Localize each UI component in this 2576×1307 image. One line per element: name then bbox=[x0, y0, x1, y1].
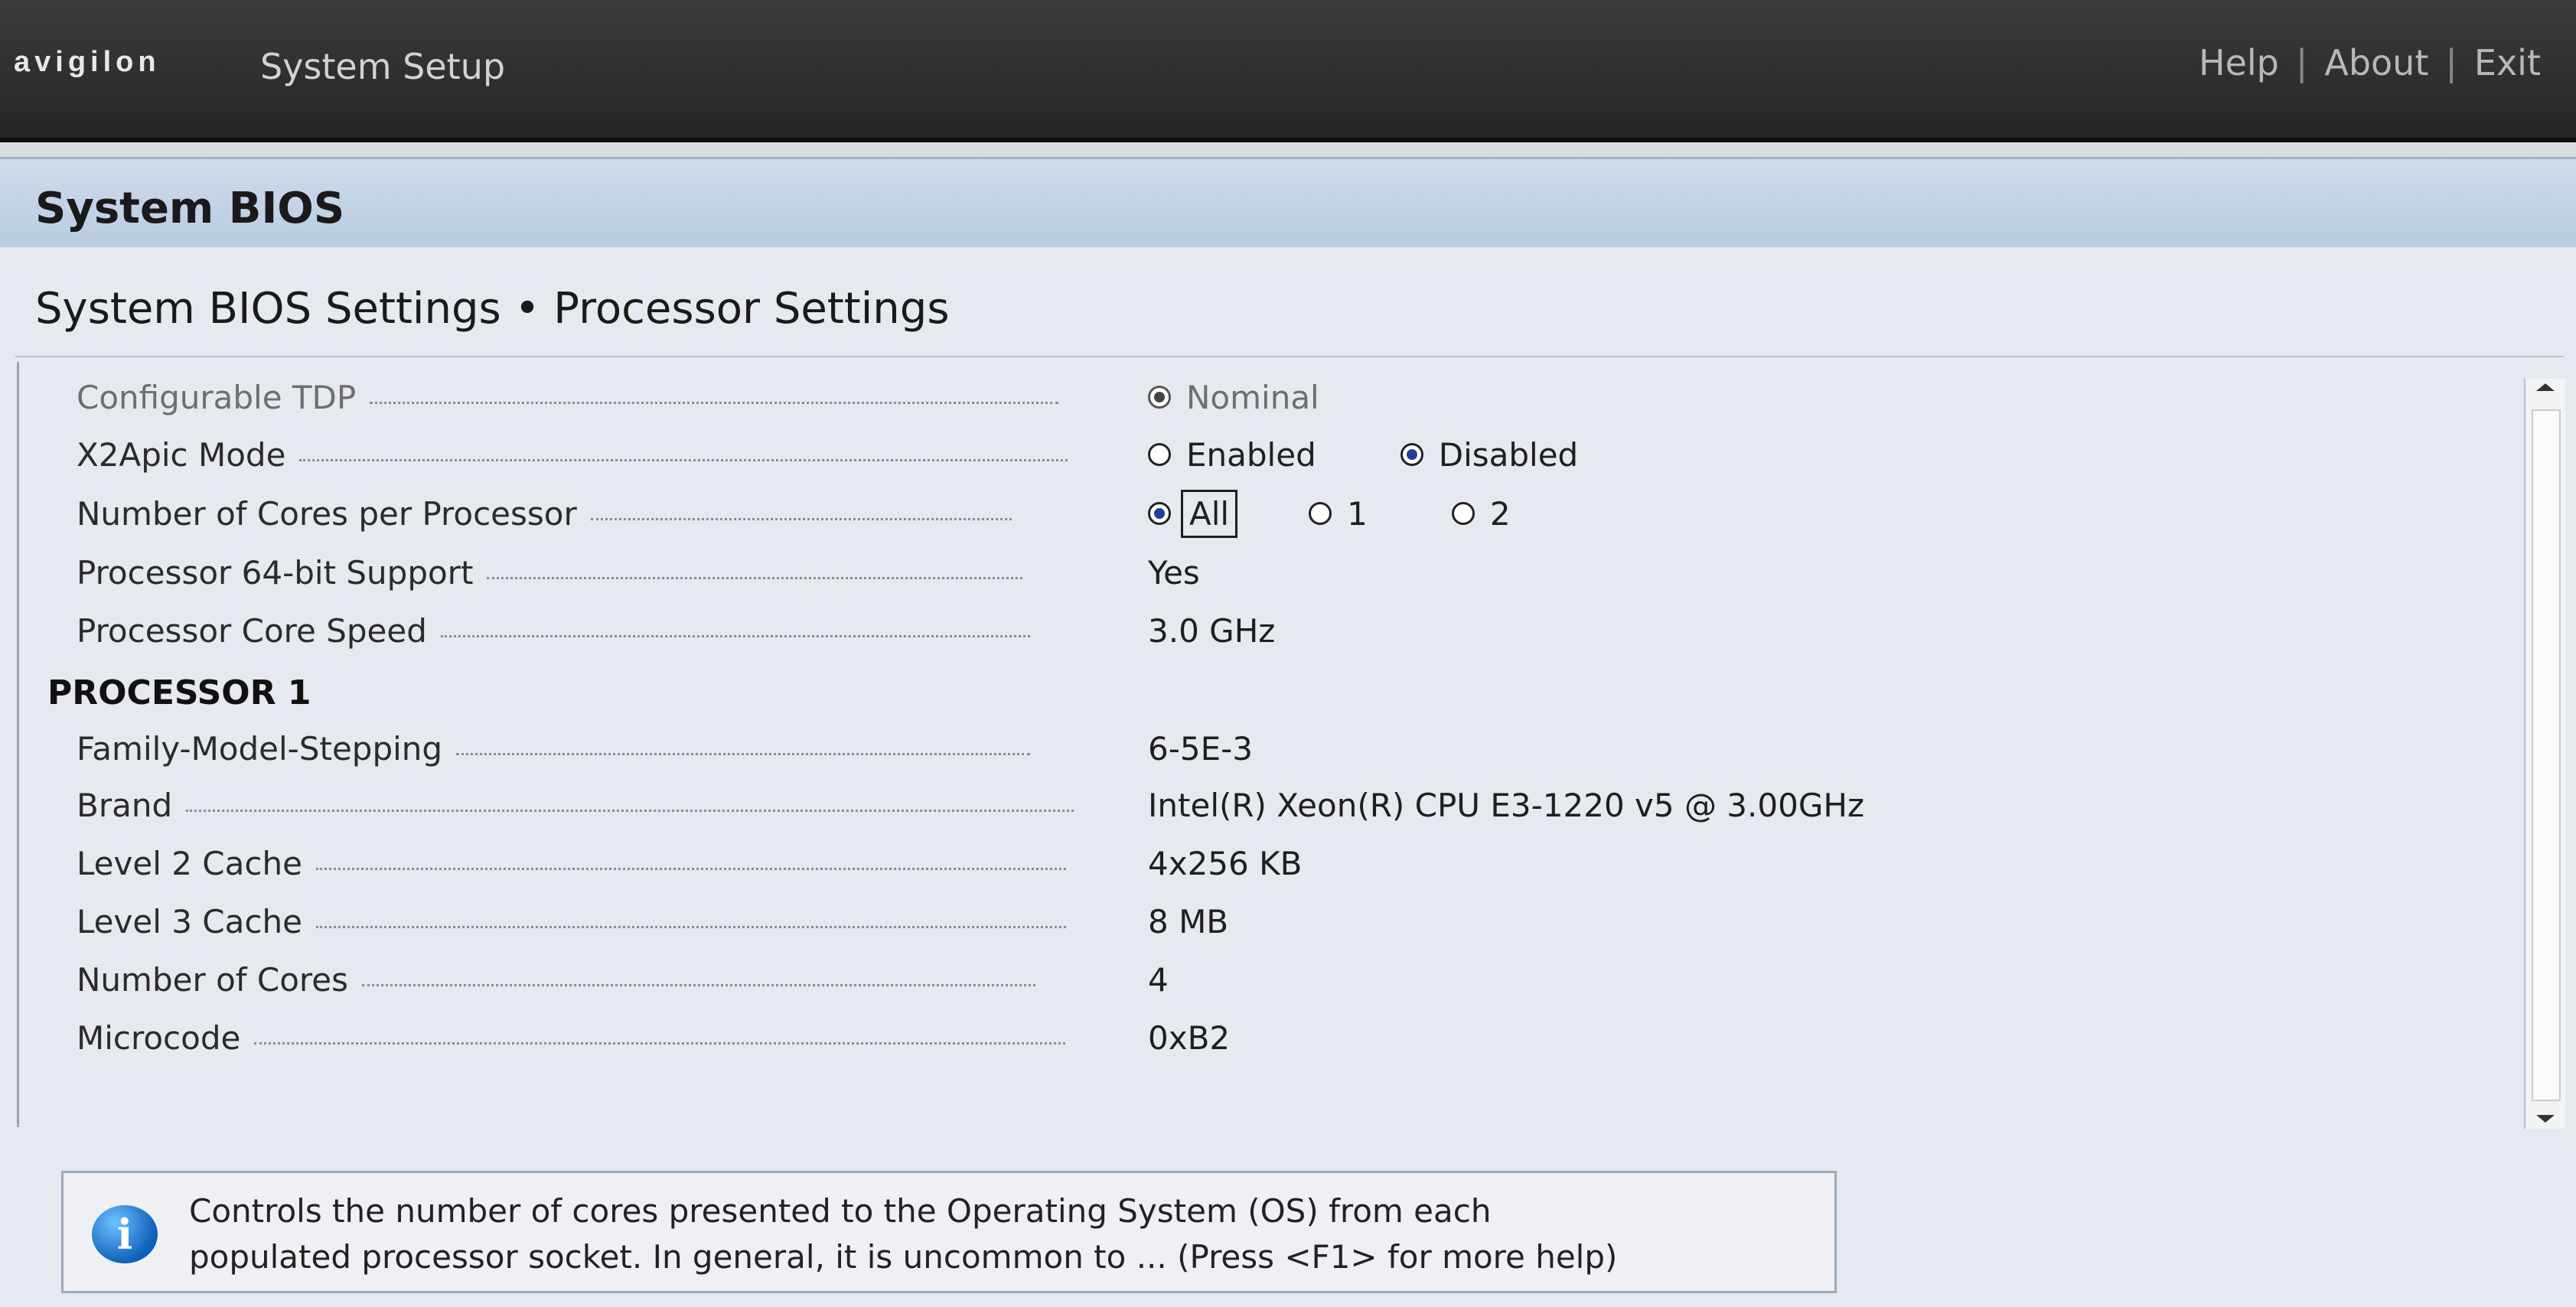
radio-disabled[interactable]: Disabled bbox=[1400, 436, 1578, 474]
radio-selected-icon bbox=[1148, 502, 1171, 525]
dotted-leader bbox=[456, 752, 1031, 755]
radio-unselected-icon bbox=[1148, 443, 1171, 466]
info-value: 4 bbox=[1148, 960, 1169, 999]
help-link[interactable]: Help bbox=[2199, 42, 2279, 83]
help-box: i Controls the number of cores presented… bbox=[61, 1171, 1837, 1293]
radio-all[interactable]: All bbox=[1148, 489, 1238, 538]
dotted-leader bbox=[186, 809, 1074, 812]
setting-label: Processor 64-bit Support bbox=[77, 553, 474, 592]
info-label: Number of Cores bbox=[77, 960, 348, 999]
dotted-leader bbox=[440, 634, 1030, 637]
dotted-leader bbox=[254, 1041, 1066, 1045]
setting-label: Number of Cores per Processor bbox=[77, 494, 577, 533]
title-divider bbox=[15, 356, 2564, 357]
info-value: 6-5E-3 bbox=[1148, 729, 1254, 768]
scrollbar-thumb[interactable] bbox=[2532, 409, 2561, 1101]
help-text-line: Controls the number of cores presented t… bbox=[189, 1192, 1492, 1230]
setting-row-core-speed: Processor Core Speed 3.0 GHz bbox=[77, 603, 2525, 658]
help-text: Controls the number of cores presented t… bbox=[189, 1188, 1811, 1280]
scroll-down-arrow-icon[interactable] bbox=[2536, 1115, 2555, 1123]
dotted-leader bbox=[487, 576, 1023, 579]
dotted-leader bbox=[370, 401, 1059, 404]
exit-link[interactable]: Exit bbox=[2474, 42, 2541, 83]
info-row-number-of-cores: Number of Cores 4 bbox=[77, 952, 2525, 1007]
setting-label: Processor Core Speed bbox=[77, 611, 427, 650]
top-bar: avigilon System Setup Help | About | Exi… bbox=[0, 0, 2576, 142]
dotted-leader bbox=[315, 925, 1066, 928]
info-value: 0xB2 bbox=[1148, 1019, 1231, 1057]
setting-row-cores-per-processor: Number of Cores per Processor All 1 2 bbox=[77, 486, 2525, 541]
info-label: Brand bbox=[77, 786, 173, 824]
radio-unselected-icon bbox=[1309, 502, 1332, 525]
info-row-family-model-stepping: Family-Model-Stepping 6-5E-3 bbox=[77, 721, 2525, 776]
info-label: Family-Model-Stepping bbox=[77, 729, 443, 768]
dotted-leader bbox=[590, 517, 1012, 520]
radio-selected-icon bbox=[1148, 386, 1171, 409]
info-row-microcode: Microcode 0xB2 bbox=[77, 1010, 2525, 1065]
radio-unselected-icon bbox=[1451, 502, 1475, 525]
dotted-leader bbox=[362, 983, 1035, 986]
setting-value: Yes bbox=[1148, 553, 1200, 592]
info-label: Level 3 Cache bbox=[77, 902, 302, 940]
vertical-scrollbar[interactable] bbox=[2524, 379, 2565, 1129]
scroll-up-arrow-icon[interactable] bbox=[2536, 383, 2555, 391]
info-row-brand: Brand Intel(R) Xeon(R) CPU E3-1220 v5 @ … bbox=[77, 777, 2525, 833]
info-label: Microcode bbox=[77, 1019, 241, 1057]
content-left-border bbox=[17, 362, 19, 1127]
setting-row-x2apic-mode: X2Apic Mode Enabled Disabled bbox=[77, 427, 2525, 482]
radio-selected-icon bbox=[1400, 443, 1423, 466]
info-value: Intel(R) Xeon(R) CPU E3-1220 v5 @ 3.00GH… bbox=[1148, 786, 1864, 824]
avigilon-logo: avigilon bbox=[14, 46, 161, 78]
setting-row-configurable-tdp: Configurable TDP Nominal bbox=[77, 370, 2525, 425]
dotted-leader bbox=[315, 867, 1066, 870]
radio-nominal: Nominal bbox=[1148, 379, 1319, 416]
info-row-l3-cache: Level 3 Cache 8 MB bbox=[77, 894, 2525, 949]
page-title: System BIOS Settings • Processor Setting… bbox=[35, 284, 950, 334]
section-processor-1: PROCESSOR 1 bbox=[47, 673, 311, 712]
radio-2[interactable]: 2 bbox=[1451, 495, 1511, 533]
about-link[interactable]: About bbox=[2324, 42, 2428, 83]
dotted-leader bbox=[299, 458, 1068, 461]
radio-1[interactable]: 1 bbox=[1309, 495, 1368, 533]
setting-row-64bit-support: Processor 64-bit Support Yes bbox=[77, 545, 2525, 600]
info-value: 8 MB bbox=[1148, 902, 1229, 940]
help-text-line: populated processor socket. In general, … bbox=[189, 1238, 1618, 1276]
info-label: Level 2 Cache bbox=[77, 844, 302, 882]
panel-title: System BIOS bbox=[35, 184, 345, 233]
info-icon-glyph: i bbox=[92, 1205, 158, 1263]
info-value: 4x256 KB bbox=[1148, 844, 1303, 882]
panel-header: System BIOS bbox=[0, 157, 2576, 249]
separator: | bbox=[2445, 42, 2457, 83]
top-links: Help | About | Exit bbox=[2199, 42, 2541, 83]
info-icon: i bbox=[86, 1204, 163, 1265]
separator: | bbox=[2295, 42, 2308, 83]
setting-label: X2Apic Mode bbox=[77, 435, 286, 474]
radio-enabled[interactable]: Enabled bbox=[1148, 436, 1316, 474]
app-title: System Setup bbox=[260, 46, 506, 87]
setting-label: Configurable TDP bbox=[77, 378, 357, 416]
info-row-l2-cache: Level 2 Cache 4x256 KB bbox=[77, 836, 2525, 891]
setting-value: 3.0 GHz bbox=[1148, 611, 1276, 650]
